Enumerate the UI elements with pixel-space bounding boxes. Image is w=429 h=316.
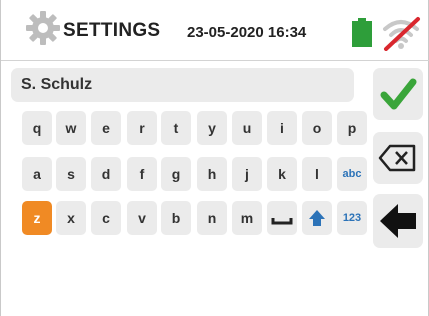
key-shift[interactable] — [302, 201, 332, 235]
key-f[interactable]: f — [127, 157, 157, 191]
key-x[interactable]: x — [56, 201, 86, 235]
gear-icon — [26, 11, 60, 45]
key-u[interactable]: u — [232, 111, 262, 145]
key-h[interactable]: h — [197, 157, 227, 191]
key-y[interactable]: y — [197, 111, 227, 145]
key-i[interactable]: i — [267, 111, 297, 145]
key-v[interactable]: v — [127, 201, 157, 235]
settings-screen: SETTINGS 23-05-2020 16:34 S. Schulz q w … — [0, 0, 429, 316]
key-q[interactable]: q — [22, 111, 52, 145]
key-g[interactable]: g — [161, 157, 191, 191]
checkmark-icon — [380, 78, 417, 110]
backspace-icon — [378, 144, 416, 172]
key-abc-mode[interactable]: abc — [337, 157, 367, 191]
key-e[interactable]: e — [91, 111, 121, 145]
battery-icon — [352, 18, 372, 47]
key-d[interactable]: d — [91, 157, 121, 191]
key-123-mode[interactable]: 123 — [337, 201, 367, 235]
back-arrow-icon — [380, 204, 416, 238]
shift-arrow-icon — [309, 210, 325, 226]
key-w[interactable]: w — [56, 111, 86, 145]
key-space[interactable] — [267, 201, 297, 235]
confirm-button[interactable] — [373, 68, 423, 120]
key-a[interactable]: a — [22, 157, 52, 191]
key-n[interactable]: n — [197, 201, 227, 235]
key-o[interactable]: o — [302, 111, 332, 145]
key-z[interactable]: z — [22, 201, 52, 235]
key-s[interactable]: s — [56, 157, 86, 191]
key-j[interactable]: j — [232, 157, 262, 191]
key-r[interactable]: r — [127, 111, 157, 145]
page-title: SETTINGS — [63, 20, 161, 41]
back-button[interactable] — [373, 194, 423, 248]
backspace-button[interactable] — [373, 132, 423, 184]
header-bar: SETTINGS 23-05-2020 16:34 — [1, 0, 429, 61]
datetime-display: 23-05-2020 16:34 — [187, 24, 307, 41]
key-p[interactable]: p — [337, 111, 367, 145]
name-input[interactable]: S. Schulz — [11, 68, 354, 102]
space-bar-icon — [271, 218, 293, 225]
key-t[interactable]: t — [161, 111, 191, 145]
key-l[interactable]: l — [302, 157, 332, 191]
key-c[interactable]: c — [91, 201, 121, 235]
key-m[interactable]: m — [232, 201, 262, 235]
key-k[interactable]: k — [267, 157, 297, 191]
wifi-off-icon — [383, 17, 420, 51]
key-b[interactable]: b — [161, 201, 191, 235]
